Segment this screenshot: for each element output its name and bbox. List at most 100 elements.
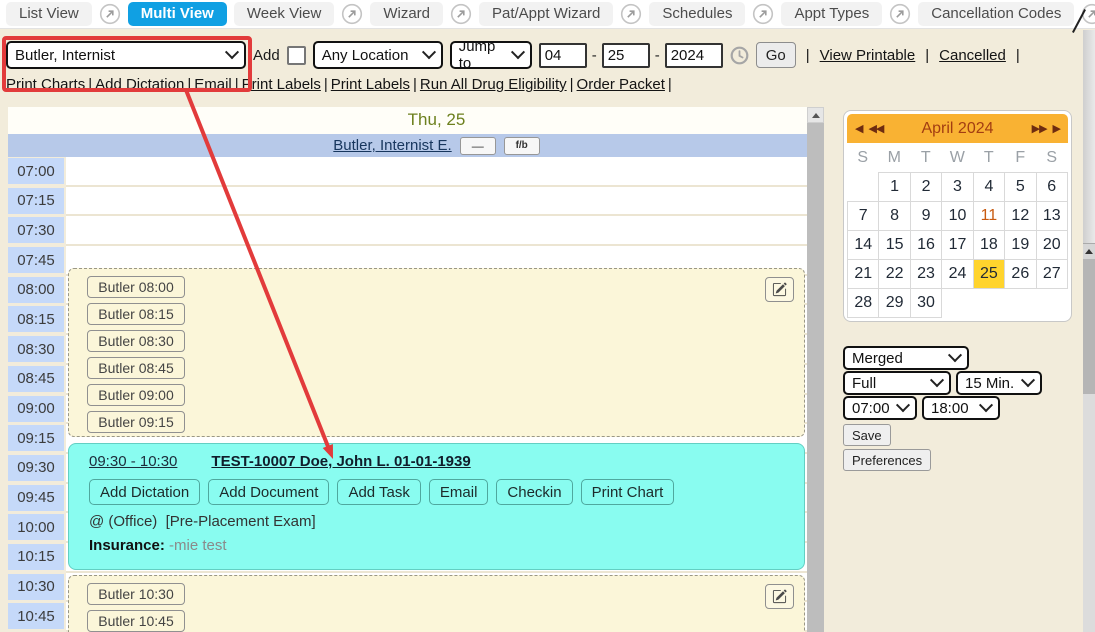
start-time-select[interactable]: 07:00 — [843, 396, 917, 420]
calendar-day-4[interactable]: 4 — [973, 172, 1005, 202]
calendar-day-20[interactable]: 20 — [1036, 230, 1068, 260]
scrollbar-thumb[interactable] — [1083, 259, 1095, 394]
print-labels-link[interactable]: Print Labels — [242, 76, 321, 93]
add-document-button[interactable]: Add Document — [208, 479, 329, 505]
calendar-day-1[interactable]: 1 — [878, 172, 910, 202]
location-select[interactable]: Any Location — [313, 41, 443, 69]
calendar-day-13[interactable]: 13 — [1036, 201, 1068, 231]
provider-select[interactable]: Butler, Internist — [6, 41, 246, 69]
calendar-day-8[interactable]: 8 — [878, 201, 910, 231]
schedule-cell[interactable] — [66, 187, 807, 217]
calendar-day-19[interactable]: 19 — [1004, 230, 1036, 260]
open-slot-button[interactable]: Butler 10:30 — [87, 583, 185, 605]
merge-mode-select[interactable]: Merged — [843, 346, 969, 370]
schedule-scrollbar[interactable] — [807, 107, 824, 632]
collapse-column-button[interactable]: — — [460, 137, 496, 155]
front-back-button[interactable]: f/b — [504, 137, 540, 155]
view-printable-link[interactable]: View Printable — [820, 47, 916, 64]
density-select[interactable]: Full — [843, 371, 951, 395]
order-packet-link[interactable]: Order Packet — [577, 76, 665, 93]
calendar-prev-month-icon[interactable]: ◀◀ — [868, 122, 883, 135]
calendar-day-14[interactable]: 14 — [847, 230, 879, 260]
save-button[interactable]: Save — [843, 424, 891, 446]
print-labels-link[interactable]: Print Labels — [331, 76, 410, 93]
clock-icon[interactable] — [730, 46, 749, 65]
appointment-time-link[interactable]: 09:30 - 10:30 — [89, 453, 177, 470]
calendar-day-30[interactable]: 30 — [910, 288, 942, 318]
tab-appt-types[interactable]: Appt Types — [781, 2, 882, 26]
calendar-day-6[interactable]: 6 — [1036, 172, 1068, 202]
calendar-day-27[interactable]: 27 — [1036, 259, 1068, 289]
calendar-day-17[interactable]: 17 — [941, 230, 973, 260]
preferences-button[interactable]: Preferences — [843, 449, 931, 471]
calendar-day-2[interactable]: 2 — [910, 172, 942, 202]
calendar-prev-year-icon[interactable]: ◀ — [855, 122, 862, 135]
open-slot-button[interactable]: Butler 10:45 — [87, 610, 185, 632]
calendar-day-3[interactable]: 3 — [941, 172, 973, 202]
open-slot-button[interactable]: Butler 09:00 — [87, 384, 185, 406]
calendar-day-15[interactable]: 15 — [878, 230, 910, 260]
date-month-input[interactable]: 04 — [539, 43, 587, 68]
edit-schedule-button[interactable] — [765, 584, 794, 609]
checkin-button[interactable]: Checkin — [496, 479, 572, 505]
edit-schedule-button[interactable] — [765, 277, 794, 302]
calendar-day-9[interactable]: 9 — [910, 201, 942, 231]
email-button[interactable]: Email — [429, 479, 489, 505]
scroll-up-button[interactable] — [807, 107, 824, 123]
calendar-day-7[interactable]: 7 — [847, 201, 879, 231]
print-charts-link[interactable]: Print Charts — [6, 76, 85, 93]
tab-schedules[interactable]: Schedules — [649, 2, 745, 26]
email-link[interactable]: Email — [194, 76, 232, 93]
tab-cancellation-codes[interactable]: Cancellation Codes — [918, 2, 1074, 26]
add-checkbox[interactable] — [287, 46, 306, 65]
tab-pat-appt-wizard[interactable]: Pat/Appt Wizard — [479, 2, 613, 26]
external-link-icon[interactable] — [889, 3, 911, 25]
external-link-icon[interactable] — [450, 3, 472, 25]
add-task-button[interactable]: Add Task — [337, 479, 420, 505]
run-all-drug-eligibility-link[interactable]: Run All Drug Eligibility — [420, 76, 567, 93]
schedule-cell[interactable] — [66, 216, 807, 246]
calendar-day-23[interactable]: 23 — [910, 259, 942, 289]
open-slot-button[interactable]: Butler 08:15 — [87, 303, 185, 325]
provider-column-link[interactable]: Butler, Internist E. — [333, 137, 451, 154]
date-day-input[interactable]: 25 — [602, 43, 650, 68]
calendar-day-28[interactable]: 28 — [847, 288, 879, 318]
calendar-next-month-icon[interactable]: ▶▶ — [1032, 122, 1047, 135]
end-time-select[interactable]: 18:00 — [922, 396, 1000, 420]
scrollbar-thumb[interactable] — [807, 123, 824, 632]
add-dictation-link[interactable]: Add Dictation — [95, 76, 184, 93]
calendar-day-25[interactable]: 25 — [973, 259, 1005, 289]
calendar-day-12[interactable]: 12 — [1004, 201, 1036, 231]
calendar-day-10[interactable]: 10 — [941, 201, 973, 231]
open-slot-button[interactable]: Butler 08:45 — [87, 357, 185, 379]
scroll-up-button[interactable] — [1083, 243, 1095, 260]
go-button[interactable]: Go — [756, 42, 796, 68]
add-dictation-button[interactable]: Add Dictation — [89, 479, 200, 505]
jump-to-select[interactable]: Jump to — [450, 41, 532, 69]
calendar-next-year-icon[interactable]: ▶ — [1053, 122, 1060, 135]
page-scrollbar[interactable] — [1083, 30, 1095, 632]
open-slot-button[interactable]: Butler 08:30 — [87, 330, 185, 352]
appointment-card[interactable]: 09:30 - 10:30 TEST-10007 Doe, John L. 01… — [68, 443, 805, 570]
calendar-day-11[interactable]: 11 — [973, 201, 1005, 231]
external-link-icon[interactable] — [752, 3, 774, 25]
calendar-day-5[interactable]: 5 — [1004, 172, 1036, 202]
tab-wizard[interactable]: Wizard — [370, 2, 443, 26]
tab-list-view[interactable]: List View — [6, 2, 92, 26]
external-link-icon[interactable] — [620, 3, 642, 25]
schedule-cell[interactable] — [66, 157, 807, 187]
open-slot-button[interactable]: Butler 08:00 — [87, 276, 185, 298]
calendar-day-16[interactable]: 16 — [910, 230, 942, 260]
tab-week-view[interactable]: Week View — [234, 2, 334, 26]
cancelled-link[interactable]: Cancelled — [939, 47, 1006, 64]
calendar-day-22[interactable]: 22 — [878, 259, 910, 289]
print-chart-button[interactable]: Print Chart — [581, 479, 675, 505]
appointment-patient-link[interactable]: TEST-10007 Doe, John L. 01-01-1939 — [211, 453, 470, 470]
calendar-day-24[interactable]: 24 — [941, 259, 973, 289]
open-slot-button[interactable]: Butler 09:15 — [87, 411, 185, 433]
calendar-day-18[interactable]: 18 — [973, 230, 1005, 260]
tab-multi-view[interactable]: Multi View — [128, 2, 227, 26]
calendar-day-26[interactable]: 26 — [1004, 259, 1036, 289]
calendar-day-21[interactable]: 21 — [847, 259, 879, 289]
date-year-input[interactable]: 2024 — [665, 43, 723, 68]
